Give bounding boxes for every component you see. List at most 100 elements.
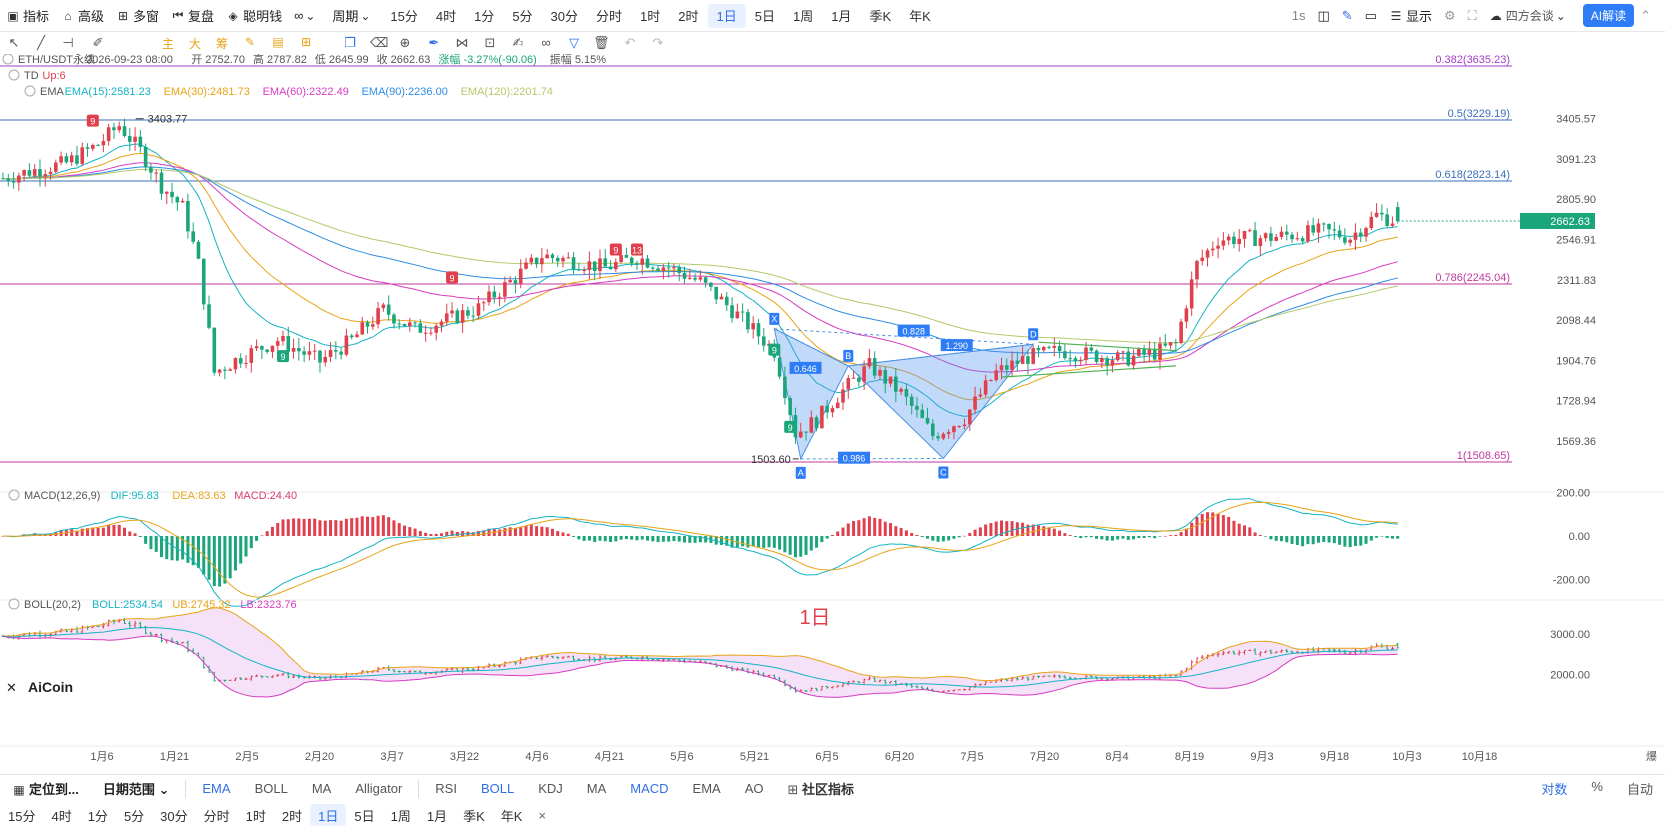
period-tab[interactable]: 2时	[669, 4, 707, 28]
period-tab[interactable]: 30分	[542, 4, 587, 28]
period-tab[interactable]: 4时	[427, 4, 465, 28]
toolbar-smart-money-button[interactable]: ◈ 聪明钱	[220, 4, 288, 28]
macd-histogram-bar	[994, 521, 998, 536]
macd-histogram-bar	[1158, 536, 1162, 537]
period-tab[interactable]: 分时	[587, 4, 631, 28]
scale-option[interactable]: %	[1579, 779, 1615, 798]
main-indicator-tab[interactable]: EMA	[190, 781, 242, 796]
sub-indicator-tab[interactable]: MACD	[618, 781, 680, 796]
settings-icon[interactable]: ⚙	[1438, 4, 1462, 28]
camera-icon[interactable]: ◫	[1311, 4, 1335, 28]
macd-histogram-bar	[878, 518, 882, 536]
magnet-icon[interactable]: ⋈	[454, 35, 470, 51]
period-tab[interactable]: 1日	[707, 3, 746, 28]
bottom-period-tab[interactable]: 1周	[383, 804, 419, 826]
filter-icon[interactable]: ▽	[566, 35, 582, 51]
more-tools-button[interactable]: ∞ ⌄	[288, 4, 326, 28]
main-indicator-tab[interactable]: MA	[300, 781, 344, 796]
sub-indicator-tab[interactable]: MA	[575, 781, 619, 796]
layout-icon[interactable]: ▭	[1359, 4, 1383, 28]
ruler-icon[interactable]: ✎	[242, 35, 258, 49]
undo-icon[interactable]: ↶	[622, 35, 638, 51]
chart-icon[interactable]: ▤	[270, 35, 286, 49]
bottom-period-tab[interactable]: 2时	[274, 804, 310, 826]
scale-option[interactable]: 自动	[1615, 779, 1665, 798]
period-dropdown[interactable]: 周期 ⌄	[326, 4, 381, 28]
time-axis-label: 7月5	[960, 751, 983, 763]
period-tab[interactable]: 季K	[860, 4, 900, 28]
big-order-tool[interactable]: 大	[187, 35, 203, 52]
sub-indicator-tab[interactable]: EMA	[681, 781, 733, 796]
highlighter-icon[interactable]: ✒	[426, 35, 442, 51]
bottom-period-tab[interactable]: 30分	[152, 804, 195, 826]
chips-tool[interactable]: 筹	[214, 35, 230, 52]
bottom-period-tab[interactable]: 15分	[0, 804, 43, 826]
locate-button[interactable]: ▦ 定位到...	[0, 779, 91, 798]
toolbar-multi-window-button[interactable]: ⊞ 多窗	[110, 4, 165, 28]
bottom-period-tab[interactable]: 4时	[43, 804, 79, 826]
display-button[interactable]: ☰ 显示	[1383, 4, 1438, 28]
bottom-period-tab[interactable]: 5日	[346, 804, 382, 826]
grid-icon[interactable]: ⊞	[298, 35, 314, 49]
bottom-period-tab[interactable]: 1时	[238, 804, 274, 826]
refresh-interval[interactable]: 1s	[1286, 4, 1312, 28]
candle-body	[957, 426, 962, 428]
bottom-period-tab[interactable]: 1分	[80, 804, 116, 826]
sub-indicator-tab[interactable]: AO	[733, 781, 776, 796]
candle-body	[777, 357, 782, 377]
sub-indicator-tab[interactable]: RSI	[423, 781, 469, 796]
ai-analysis-button[interactable]: AI解读	[1582, 4, 1635, 27]
period-tab[interactable]: 1分	[465, 4, 503, 28]
sub-indicator-tab[interactable]: KDJ	[526, 781, 575, 796]
main-indicator-tab[interactable]: Alligator	[343, 781, 414, 796]
period-tab[interactable]: 5日	[746, 4, 784, 28]
bottom-period-tab[interactable]: 5分	[116, 804, 152, 826]
price-axis-label: 2098.44	[1556, 315, 1596, 327]
main-indicator-tab[interactable]: BOLL	[243, 781, 300, 796]
copy-icon[interactable]: ❐	[342, 35, 358, 51]
redo-icon[interactable]: ↷	[650, 35, 666, 51]
edit-icon[interactable]: ✍	[510, 35, 526, 51]
lock-icon[interactable]: ⊡	[482, 35, 498, 51]
close-button[interactable]: ×	[530, 804, 554, 826]
bottom-period-tab[interactable]: 年K	[493, 804, 531, 826]
bottom-period-tab[interactable]: 季K	[455, 804, 493, 826]
eraser-icon[interactable]: ⌫	[370, 35, 388, 51]
macd-histogram-bar	[1237, 523, 1241, 536]
period-tab[interactable]: 年K	[900, 4, 940, 28]
macd-histogram-bar	[1332, 536, 1336, 544]
macd-histogram-bar	[1063, 533, 1067, 536]
toolbar-replay-button[interactable]: ⏮ 复盘	[165, 4, 220, 28]
session-button[interactable]: ☁ 四方会谈 ⌄	[1483, 4, 1577, 28]
toolbar-indicator-button[interactable]: ▣ 指标	[0, 4, 55, 28]
period-tab[interactable]: 5分	[503, 4, 541, 28]
trendline-icon[interactable]: ╱	[33, 35, 49, 51]
candle-body	[1147, 349, 1152, 355]
scale-option[interactable]: 对数	[1529, 779, 1579, 798]
toolbar-advanced-button[interactable]: ⌂ 高级	[55, 4, 110, 28]
zoom-icon[interactable]: ⊕	[397, 35, 413, 51]
bottom-period-tab[interactable]: 分时	[196, 804, 238, 826]
period-label: 周期	[332, 9, 359, 24]
fullscreen-icon[interactable]: ⛶	[1462, 4, 1483, 28]
bottom-period-tab[interactable]: 1月	[419, 804, 455, 826]
bottom-period-tab[interactable]: 1日	[310, 804, 347, 826]
collapse-icon[interactable]: ⌃	[1634, 4, 1657, 28]
period-tab[interactable]: 1时	[631, 4, 669, 28]
trash-icon[interactable]: 🗑	[593, 35, 610, 51]
community-indicators-button[interactable]: ⊞ 社区指标	[776, 779, 867, 798]
cursor-icon[interactable]: ↖	[6, 35, 22, 51]
period-tab[interactable]: 1周	[784, 4, 822, 28]
sub-indicator-tab[interactable]: BOLL	[469, 781, 526, 796]
brush-icon[interactable]: ✐	[90, 35, 106, 51]
hline-icon[interactable]: ⊣	[60, 35, 76, 51]
period-tab[interactable]: 15分	[381, 4, 426, 28]
macd-histogram-bar	[281, 519, 285, 536]
main-force-tool[interactable]: 主	[160, 35, 176, 52]
period-tab[interactable]: 1月	[822, 4, 860, 28]
link-icon[interactable]: ∞	[538, 35, 554, 50]
candle-body	[1237, 238, 1242, 244]
date-range-button[interactable]: 日期范围 ⌄	[91, 779, 182, 798]
chart-canvas[interactable]: 0.382(3635.23) 0.5(3229.19) 0.618(2823.14)…	[0, 54, 1665, 774]
pen-icon[interactable]: ✎	[1336, 4, 1359, 28]
